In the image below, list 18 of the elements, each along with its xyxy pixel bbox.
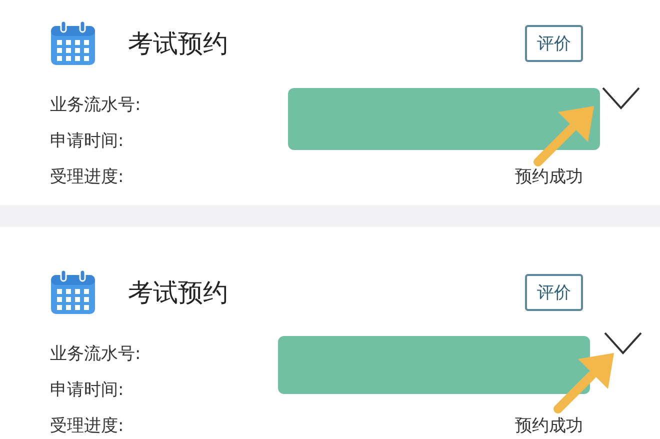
field-value: 预约成功 [515,414,583,436]
field-label: 申请时间: [50,130,124,152]
record-title: 考试预约 [128,276,229,308]
chevron-down-icon[interactable] [602,86,640,110]
field-label: 业务流水号: [50,342,141,364]
field-label: 受理进度: [50,414,124,436]
field-label: 受理进度: [50,166,124,188]
field-value: 预约成功 [515,166,583,188]
record-title: 考试预约 [128,28,229,60]
field-label: 业务流水号: [50,94,141,116]
arrow [554,353,614,414]
field-label: 申请时间: [50,378,124,400]
calendar-icon [50,269,96,315]
arrow [534,106,594,166]
calendar-icon [50,20,96,66]
rate-button[interactable]: 评价 [525,274,583,310]
rate-button[interactable]: 评价 [525,24,583,62]
chevron-down-icon[interactable] [604,331,642,355]
